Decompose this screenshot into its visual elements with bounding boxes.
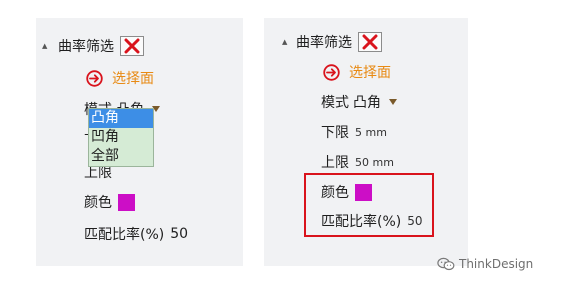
collapse-triangle-icon[interactable]: ▲ [42,42,52,50]
match-ratio-value[interactable]: 50 [170,226,188,242]
mode-label: 模式 [321,95,349,111]
chevron-down-icon[interactable] [389,99,397,105]
color-label: 颜色 [84,195,112,211]
close-icon [362,34,378,50]
arrow-right-circle-icon[interactable] [323,63,340,81]
close-icon [124,38,140,54]
upper-limit-value[interactable]: 50 mm [355,156,394,169]
match-ratio-label: 匹配比率(%) [84,227,165,243]
wechat-icon [437,257,455,271]
upper-limit-row: 上限 50 mm [321,152,394,172]
select-face-row[interactable]: 选择面 [323,62,391,82]
color-swatch[interactable] [118,193,135,211]
collapse-triangle-icon[interactable]: ▲ [282,38,292,46]
lower-limit-label: 下限 [321,125,349,141]
color-row: 颜色 [84,192,135,212]
dropdown-option[interactable]: 凹角 [89,128,153,147]
panel-title: 曲率筛选 [296,35,352,51]
lower-limit-row: 下限 5 mm [321,122,387,142]
mode-row: 模式 凸角 [321,92,397,112]
highlight-box [304,173,434,237]
close-button[interactable] [358,32,382,52]
mode-select[interactable]: 凸角 [353,92,381,112]
dropdown-option[interactable]: 凸角 [89,109,153,128]
select-face-link[interactable]: 选择面 [112,68,154,88]
right-title-row: ▲ 曲率筛选 [282,32,382,52]
dropdown-option[interactable]: 全部 [89,147,153,166]
watermark: ThinkDesign [437,257,533,271]
lower-limit-value[interactable]: 5 mm [355,126,387,139]
match-ratio-row: 匹配比率(%) 50 [84,224,188,244]
watermark-text: ThinkDesign [459,257,534,271]
mode-dropdown-list: 凸角 凹角 全部 [88,108,154,167]
arrow-right-circle-icon[interactable] [86,69,103,87]
upper-limit-label: 上限 [321,155,349,171]
close-button[interactable] [120,36,144,56]
panel-title: 曲率筛选 [58,39,114,55]
select-face-row[interactable]: 选择面 [86,68,154,88]
left-title-row: ▲ 曲率筛选 [42,36,144,56]
select-face-link[interactable]: 选择面 [349,62,391,82]
